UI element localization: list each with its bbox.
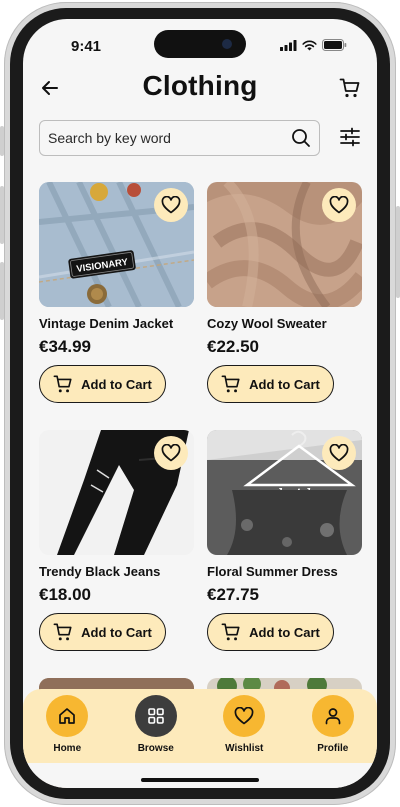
nav-item-browse[interactable]: Browse [121, 695, 191, 754]
heart-icon [329, 196, 349, 214]
product-card[interactable]: Cozy Wool Sweater €22.50 Add to Cart [207, 182, 362, 403]
nav-browse-circle[interactable] [134, 695, 177, 737]
app-screen: 9:41 Clothing Search by key word VISIONA… [23, 19, 377, 788]
product-price: €27.75 [207, 585, 259, 604]
heart-icon [161, 196, 181, 214]
product-name: Cozy Wool Sweater [207, 316, 327, 331]
favorite-button[interactable] [322, 188, 356, 222]
nav-item-profile[interactable]: Profile [298, 695, 368, 754]
battery-icon [322, 39, 347, 51]
add-to-cart-label: Add to Cart [81, 376, 152, 392]
product-card[interactable]: bride Floral Summer Dress €27.75 [207, 430, 362, 651]
cart-icon [221, 375, 240, 393]
add-to-cart-label: Add to Cart [81, 624, 152, 640]
product-image-black-jeans[interactable] [39, 430, 194, 555]
product-image-summer-dress[interactable]: bride [207, 430, 362, 555]
cart-icon [53, 375, 72, 393]
product-name: Trendy Black Jeans [39, 564, 161, 579]
nav-label: Wishlist [225, 743, 264, 754]
power-button [396, 206, 400, 298]
product-price: €34.99 [39, 337, 91, 356]
wifi-icon [302, 40, 317, 50]
home-icon [59, 708, 76, 724]
sliders-icon [340, 127, 360, 147]
product-image-wool-sweater[interactable] [207, 182, 362, 307]
search-icon[interactable] [291, 128, 311, 148]
product-name: Floral Summer Dress [207, 564, 338, 579]
add-to-cart-button[interactable]: Add to Cart [207, 365, 334, 403]
product-card[interactable]: Trendy Black Jeans €18.00 Add to Cart [39, 430, 194, 651]
nav-home-circle[interactable] [46, 695, 89, 737]
add-to-cart-button[interactable]: Add to Cart [207, 613, 334, 651]
status-time: 9:41 [71, 38, 102, 55]
cart-icon [53, 623, 72, 641]
favorite-button[interactable] [322, 436, 356, 470]
volume-up-button [0, 186, 4, 244]
product-image-denim-jacket[interactable]: VISIONARY [39, 182, 194, 307]
cart-icon [221, 623, 240, 641]
grid-icon [147, 708, 164, 724]
cart-icon [339, 78, 360, 98]
product-name: Vintage Denim Jacket [39, 316, 174, 331]
cart-button[interactable] [339, 77, 361, 99]
status-icons [280, 39, 347, 51]
product-card[interactable]: VISIONARY Vintage Denim Jacket €34.99 Ad… [39, 182, 194, 403]
nav-profile-circle[interactable] [311, 695, 354, 737]
favorite-button[interactable] [154, 436, 188, 470]
add-to-cart-button[interactable]: Add to Cart [39, 613, 166, 651]
favorite-button[interactable] [154, 188, 188, 222]
home-indicator-area [23, 763, 377, 788]
camera-icon [222, 39, 232, 49]
mute-switch [0, 126, 4, 156]
user-icon [325, 708, 341, 725]
page-title: Clothing [142, 70, 258, 101]
heart-icon [234, 707, 254, 725]
nav-wishlist-circle[interactable] [223, 695, 266, 737]
cellular-signal-icon [280, 39, 297, 51]
nav-item-home[interactable]: Home [32, 695, 102, 754]
add-to-cart-label: Add to Cart [249, 376, 320, 392]
product-price: €18.00 [39, 585, 91, 604]
heart-icon [161, 444, 181, 462]
bottom-navigation: Home Browse Wishlist Profile [23, 689, 377, 763]
nav-label: Home [53, 743, 82, 754]
add-to-cart-label: Add to Cart [249, 624, 320, 640]
nav-label: Browse [137, 743, 174, 754]
dynamic-island [154, 30, 246, 58]
search-bar [39, 120, 320, 156]
search-input[interactable] [48, 130, 291, 146]
product-price: €22.50 [207, 337, 259, 356]
nav-label: Profile [317, 743, 349, 754]
heart-icon [329, 444, 349, 462]
home-indicator[interactable] [141, 778, 259, 782]
nav-item-wishlist[interactable]: Wishlist [209, 695, 279, 754]
add-to-cart-button[interactable]: Add to Cart [39, 365, 166, 403]
volume-down-button [0, 262, 4, 320]
filter-button[interactable] [339, 126, 361, 148]
